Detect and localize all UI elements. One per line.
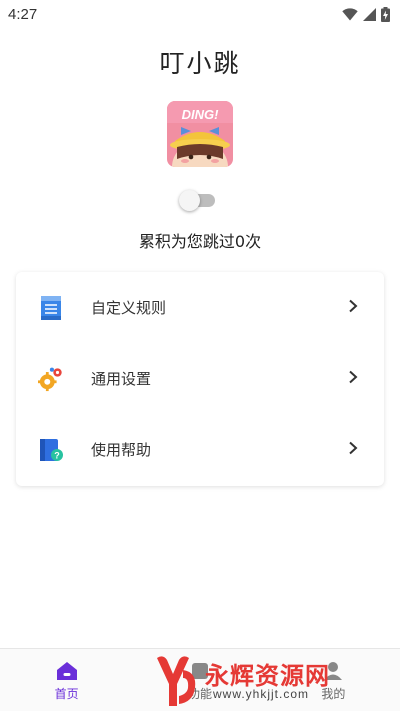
status-bar: 4:27 bbox=[0, 0, 400, 28]
chevron-right-icon bbox=[349, 370, 358, 384]
home-icon bbox=[56, 662, 77, 680]
service-toggle[interactable] bbox=[179, 190, 217, 211]
status-time: 4:27 bbox=[8, 5, 38, 23]
battery-charging-icon bbox=[381, 6, 390, 22]
nav-label: 首页 bbox=[54, 687, 79, 701]
wifi-icon bbox=[342, 7, 358, 20]
help-book-icon: ? bbox=[38, 437, 64, 463]
gears-icon bbox=[38, 366, 64, 392]
menu-item-label: 使用帮助 bbox=[91, 441, 152, 459]
menu-item-custom-rules[interactable]: 自定义规则 bbox=[16, 272, 384, 343]
chevron-right-icon bbox=[349, 441, 358, 455]
toggle-thumb bbox=[179, 190, 200, 211]
nav-label: 我的 bbox=[321, 687, 346, 701]
logo-text: DING! bbox=[182, 107, 220, 122]
profile-icon bbox=[324, 662, 343, 680]
menu-card: 自定义规则 通用设置 ? 使用帮助 bbox=[16, 272, 384, 486]
status-icons bbox=[342, 6, 390, 22]
nav-label: 功能 bbox=[187, 687, 212, 701]
function-icon bbox=[191, 663, 208, 679]
menu-item-label: 自定义规则 bbox=[91, 299, 167, 317]
chevron-right-icon bbox=[349, 299, 358, 313]
nav-item-profile[interactable]: 我的 bbox=[267, 649, 400, 711]
nav-item-function[interactable]: 功能 bbox=[133, 649, 266, 711]
nav-item-home[interactable]: 首页 bbox=[0, 649, 133, 711]
signal-icon bbox=[363, 7, 376, 21]
bottom-nav: 首页 功能 我的 bbox=[0, 648, 400, 711]
menu-item-label: 通用设置 bbox=[91, 370, 152, 388]
menu-item-general-settings[interactable]: 通用设置 bbox=[16, 343, 384, 414]
app-title: 叮小跳 bbox=[159, 49, 241, 78]
skip-count-text: 累积为您跳过0次 bbox=[138, 232, 262, 251]
menu-item-help[interactable]: ? 使用帮助 bbox=[16, 414, 384, 485]
document-rules-icon bbox=[38, 295, 64, 321]
app-logo: DING! bbox=[167, 101, 233, 167]
svg-text:?: ? bbox=[54, 450, 60, 460]
